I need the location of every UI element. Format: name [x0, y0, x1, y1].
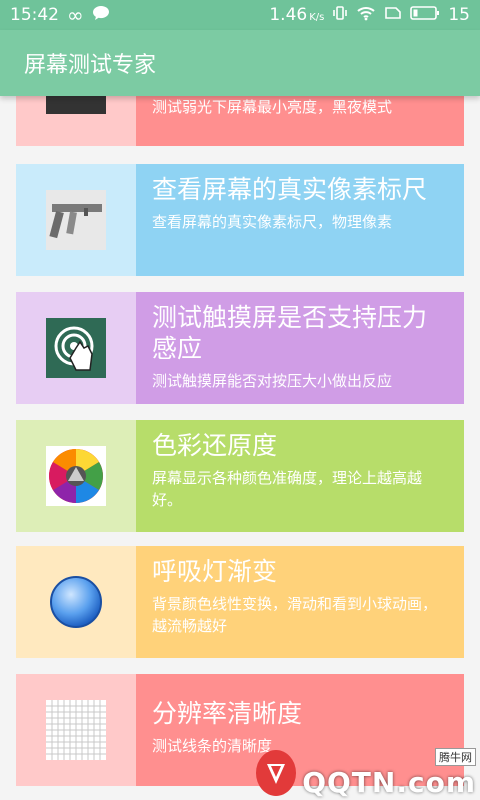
status-right: 1.46 K/s 15	[269, 5, 470, 26]
app-title: 屏幕测试专家	[24, 53, 157, 78]
item-thumb	[16, 96, 136, 146]
infinity-icon: ∞	[67, 3, 84, 27]
list-item-color-accuracy[interactable]: 色彩还原度 屏幕显示各种颜色准确度，理论上越高越好。	[16, 420, 464, 532]
item-body: 测试触摸屏是否支持压力感应 测试触摸屏能否对按压大小做出反应	[136, 292, 464, 404]
list-item-pixel-ruler[interactable]: 查看屏幕的真实像素标尺 查看屏幕的真实像素标尺，物理像素	[16, 164, 464, 276]
list-item-breathing-light[interactable]: 呼吸灯渐变 背景颜色线性变换，滑动和看到小球动画，越流畅越好	[16, 546, 464, 658]
wifi-icon	[356, 5, 376, 26]
item-title: 查看屏幕的真实像素标尺	[152, 175, 428, 204]
item-body: 呼吸灯渐变 背景颜色线性变换，滑动和看到小球动画，越流畅越好	[136, 546, 464, 658]
item-title: 测试触摸屏是否支持压力感应	[152, 303, 428, 363]
vibrate-icon	[332, 5, 348, 26]
item-desc: 测试触摸屏能否对按压大小做出反应	[152, 372, 393, 390]
message-icon	[92, 5, 110, 26]
list-item-brightness[interactable]: 测试弱光下屏幕最小亮度，黑夜模式	[16, 96, 464, 146]
touch-pressure-icon	[46, 318, 106, 378]
grid-icon	[46, 700, 106, 760]
item-desc: 屏幕显示各种颜色准确度，理论上越高越好。	[152, 469, 423, 509]
item-thumb	[16, 674, 136, 786]
item-body: 色彩还原度 屏幕显示各种颜色准确度，理论上越高越好。	[136, 420, 464, 532]
watermark: 腾牛网 QQTN.com	[256, 747, 476, 799]
watermark-brand: QQTN.com	[302, 765, 476, 799]
item-title: 分辨率清晰度	[152, 699, 303, 728]
item-body: 查看屏幕的真实像素标尺 查看屏幕的真实像素标尺，物理像素	[136, 164, 464, 276]
app-bar: 屏幕测试专家	[0, 30, 480, 96]
item-desc: 查看屏幕的真实像素标尺，物理像素	[152, 213, 393, 231]
item-thumb	[16, 292, 136, 404]
watermark-top-text: 腾牛网	[435, 747, 476, 766]
list-item-pressure[interactable]: 测试触摸屏是否支持压力感应 测试触摸屏能否对按压大小做出反应	[16, 292, 464, 404]
caliper-icon	[46, 190, 106, 250]
battery-icon	[410, 5, 440, 26]
item-thumb	[16, 420, 136, 532]
item-body: 测试弱光下屏幕最小亮度，黑夜模式	[136, 96, 464, 146]
network-speed: 1.46 K/s	[269, 5, 324, 25]
item-thumb	[16, 164, 136, 276]
blue-ball-icon	[46, 572, 106, 632]
network-speed-value: 1.46	[269, 5, 308, 25]
status-time: 15:42	[10, 5, 59, 25]
battery-level: 15	[448, 5, 470, 25]
watermark-logo-icon	[256, 750, 297, 796]
item-title: 呼吸灯渐变	[152, 557, 278, 586]
brightness-icon	[46, 96, 106, 114]
color-wheel-icon	[46, 446, 106, 506]
status-bar: 15:42 ∞ 1.46 K/s 15	[0, 0, 480, 30]
item-desc: 背景颜色线性变换，滑动和看到小球动画，越流畅越好	[152, 595, 438, 635]
item-thumb	[16, 546, 136, 658]
item-desc: 测试弱光下屏幕最小亮度，黑夜模式	[152, 98, 393, 116]
network-speed-unit: K/s	[309, 12, 325, 23]
test-list[interactable]: 测试弱光下屏幕最小亮度，黑夜模式 查看屏幕的真实像素标尺 查看屏幕的真实像素标尺…	[0, 96, 480, 800]
item-title: 色彩还原度	[152, 431, 278, 460]
sim-icon	[384, 5, 402, 26]
status-left: 15:42 ∞	[10, 3, 110, 27]
